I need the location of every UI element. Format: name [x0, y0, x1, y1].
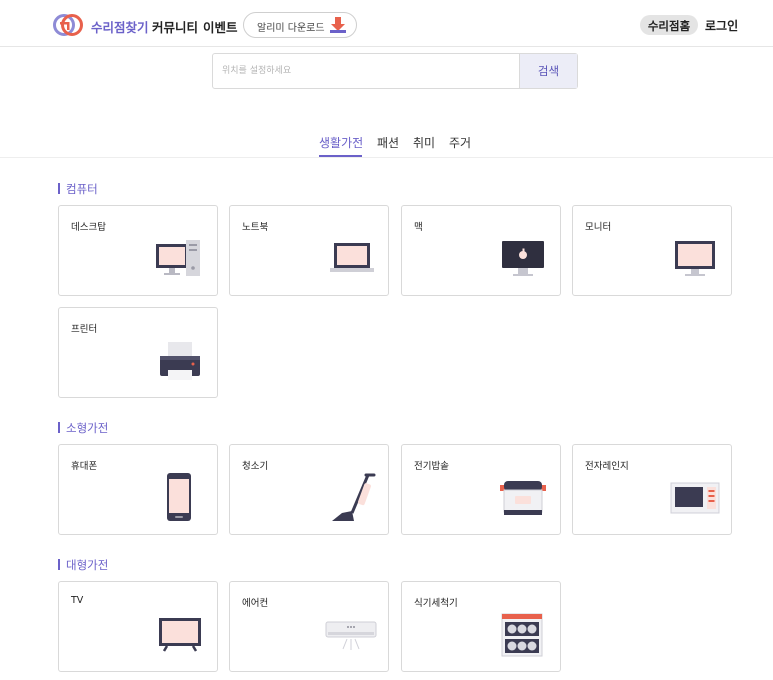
login-link[interactable]: 로그인	[705, 17, 738, 34]
search-button[interactable]: 검색	[519, 54, 577, 88]
card-tv[interactable]: TV	[58, 581, 218, 672]
download-button[interactable]: 알리미 다운로드	[243, 12, 357, 38]
card-label: 노트북	[242, 222, 269, 233]
card-label: TV	[71, 595, 84, 606]
active-tab-indicator	[319, 155, 362, 157]
card-desktop[interactable]: 데스크탑	[58, 205, 218, 296]
card-monitor[interactable]: 모니터	[572, 205, 732, 296]
card-vacuum[interactable]: 청소기	[229, 444, 389, 535]
card-label: 데스크탑	[71, 222, 106, 233]
air-conditioner-icon	[325, 621, 377, 650]
rice-cooker-icon	[500, 481, 546, 515]
mac-icon	[502, 241, 544, 276]
tv-icon	[159, 618, 201, 652]
nav-community[interactable]: 커뮤니티	[152, 17, 198, 36]
card-phone[interactable]: 휴대폰	[58, 444, 218, 535]
card-mac[interactable]: 맥	[401, 205, 561, 296]
section-title-computer: 컴퓨터	[58, 181, 98, 197]
repair-shop-home-label: 수리점홈	[647, 19, 691, 33]
vacuum-icon	[332, 473, 376, 521]
card-label: 청소기	[242, 461, 269, 472]
card-microwave[interactable]: 전자레인지	[572, 444, 732, 535]
card-label: 휴대폰	[71, 461, 98, 472]
card-label: 전기밥솥	[414, 461, 449, 472]
card-dishwasher[interactable]: 식기세척기	[401, 581, 561, 672]
header: 수리점찾기 커뮤니티 이벤트 알리미 다운로드 수리점홈 로그인	[0, 0, 773, 47]
card-label: 식기세척기	[414, 598, 458, 609]
tab-fashion[interactable]: 패션	[377, 134, 399, 151]
phone-icon	[167, 473, 191, 521]
tab-housing[interactable]: 주거	[449, 134, 471, 151]
card-rice-cooker[interactable]: 전기밥솥	[401, 444, 561, 535]
section-title-small-appliances: 소형가전	[58, 420, 108, 436]
desktop-icon	[156, 240, 200, 276]
repair-shop-home-button[interactable]: 수리점홈	[640, 15, 698, 35]
card-laptop[interactable]: 노트북	[229, 205, 389, 296]
category-tabs: 생활가전 패션 취미 주거	[0, 134, 773, 158]
search-bar: 검색	[212, 53, 578, 89]
brand-link[interactable]: 수리점찾기	[91, 17, 149, 36]
tab-appliances[interactable]: 생활가전	[319, 134, 363, 151]
card-label: 전자레인지	[585, 461, 629, 472]
laptop-icon	[330, 243, 374, 272]
dishwasher-icon	[501, 613, 543, 657]
card-label: 맥	[414, 222, 423, 233]
card-air-conditioner[interactable]: 에어컨	[229, 581, 389, 672]
printer-icon	[160, 342, 200, 380]
section-title-large-appliances: 대형가전	[58, 557, 108, 573]
card-label: 프린터	[71, 324, 98, 335]
card-printer[interactable]: 프린터	[58, 307, 218, 398]
tab-hobby[interactable]: 취미	[413, 134, 435, 151]
card-label: 모니터	[585, 222, 612, 233]
microwave-icon	[670, 482, 720, 514]
monitor-icon	[675, 241, 715, 276]
nav-event[interactable]: 이벤트	[203, 17, 238, 36]
location-input[interactable]	[213, 54, 519, 88]
card-label: 에어컨	[242, 598, 269, 609]
download-label: 알리미 다운로드	[257, 23, 325, 34]
download-icon	[330, 17, 346, 33]
logo-icon[interactable]	[53, 13, 83, 37]
